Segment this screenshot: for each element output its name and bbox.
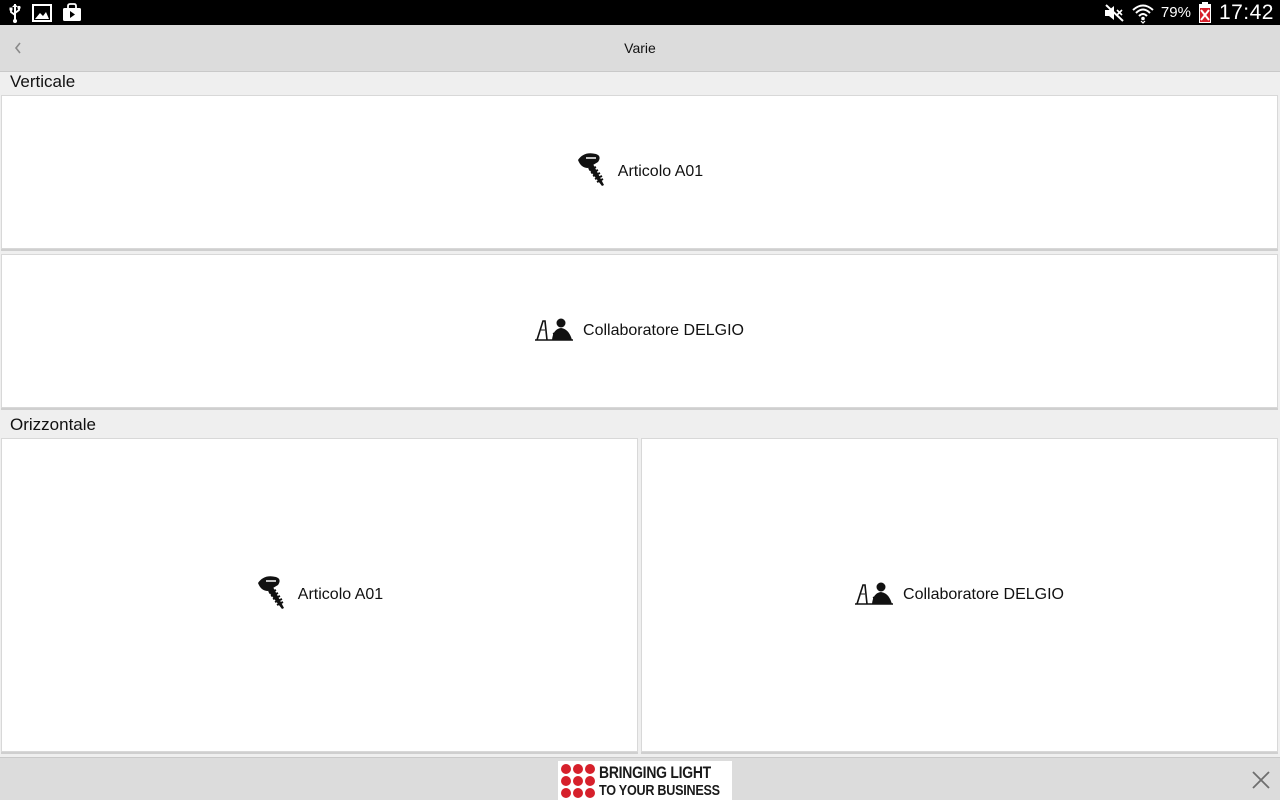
vertical-item-articolo[interactable]: Articolo A01 [1,95,1278,249]
battery-percent: 79% [1160,4,1191,21]
clock: 17:42 [1218,0,1274,24]
logo-dot [573,764,583,774]
logo-dot [573,788,583,798]
close-icon [1252,771,1270,789]
card-content: Articolo A01 [256,575,383,616]
action-bar: Varie [0,25,1280,72]
section-label-horizontal: Orizzontale [10,415,96,434]
wifi-icon [1132,2,1154,24]
logo-dot [561,776,571,786]
ad-close-button[interactable] [1250,769,1272,791]
gallery-icon [32,3,52,22]
status-bar-left [8,2,82,23]
page-title: Varie [624,40,656,56]
card-label: Collaboratore DELGIO [583,322,744,339]
logo-dot [585,764,595,774]
screw-icon [576,152,608,193]
card-label: Articolo A01 [617,163,704,180]
card-label: Articolo A01 [297,586,384,603]
worker-icon [535,317,574,346]
section-label-vertical: Verticale [10,72,76,91]
banner-line-2: TO YOUR BUSINESS [599,782,720,799]
logo-dot [585,788,595,798]
logo-dot [585,776,595,786]
status-bar-right: 79% 17:42 [1103,0,1274,25]
ad-banner[interactable]: BRINGING LIGHT TO YOUR BUSINESS [558,761,732,800]
banner-line-1: BRINGING LIGHT [599,763,711,782]
card-content: Articolo A01 [576,152,703,193]
horizontal-item-articolo[interactable]: Articolo A01 [1,438,638,752]
status-bar: 79% 17:42 [0,0,1280,25]
worker-icon [855,581,894,610]
logo-dot [561,764,571,774]
card-content: Collaboratore DELGIO [535,317,744,346]
card-content: Collaboratore DELGIO [855,581,1064,610]
banner-logo-dots [561,764,595,798]
vertical-item-collaboratore[interactable]: Collaboratore DELGIO [1,254,1278,408]
ad-bar: BRINGING LIGHT TO YOUR BUSINESS [0,757,1280,800]
mute-icon [1103,3,1125,22]
logo-dot [573,776,583,786]
card-label: Collaboratore DELGIO [903,586,1064,603]
logo-dot [561,788,571,798]
horizontal-item-collaboratore[interactable]: Collaboratore DELGIO [641,438,1278,752]
store-bag-icon [62,3,82,22]
screw-icon [256,575,288,616]
banner-text: BRINGING LIGHT TO YOUR BUSINESS [599,764,743,798]
usb-icon [8,3,22,23]
battery-charging-icon [1198,1,1212,24]
